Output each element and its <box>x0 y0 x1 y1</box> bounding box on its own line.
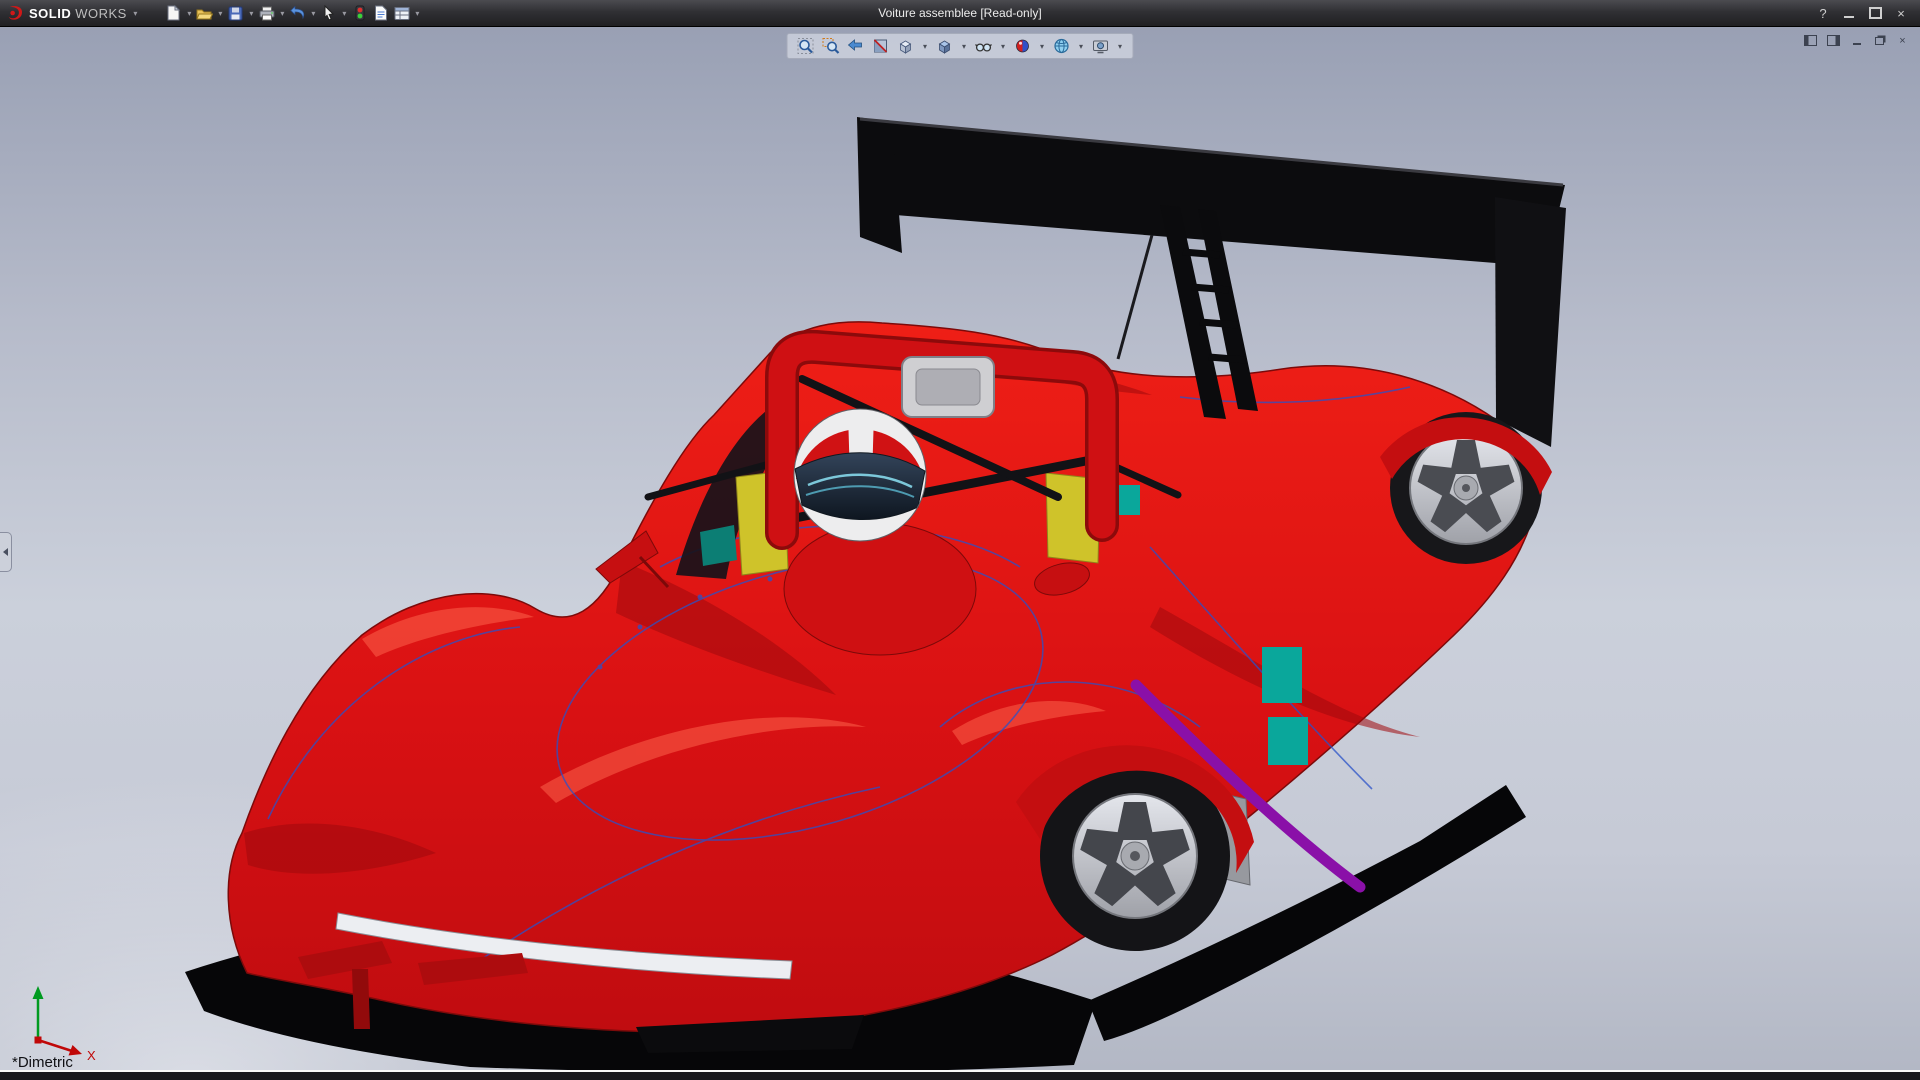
collapse-arrow-icon <box>3 548 8 556</box>
file-properties-button[interactable] <box>371 3 391 23</box>
window-controls: ? × <box>1810 0 1920 26</box>
display-style-chevron[interactable]: ▾ <box>960 42 969 51</box>
view-orientation-chevron[interactable]: ▾ <box>921 42 930 51</box>
view-orientation-label: *Dimetric <box>12 1054 73 1071</box>
minimize-button[interactable] <box>1836 3 1862 23</box>
edit-appearance-icon <box>1014 37 1032 55</box>
display-pane-toggle-button[interactable] <box>1824 32 1843 49</box>
maximize-icon <box>1869 7 1882 19</box>
orientation-triad: X <box>8 980 104 1064</box>
print-chevron[interactable]: ▾ <box>278 9 287 18</box>
brand-menu-chevron[interactable]: ▾ <box>131 9 140 18</box>
select-button[interactable] <box>319 3 339 23</box>
document-minimize-icon <box>1853 43 1861 45</box>
display-style-icon <box>936 37 954 55</box>
select-chevron[interactable]: ▾ <box>340 9 349 18</box>
document-close-button[interactable]: × <box>1893 32 1912 49</box>
section-view-icon <box>872 37 890 55</box>
section-view-button[interactable] <box>871 36 891 56</box>
save-button[interactable] <box>226 3 246 23</box>
heads-up-view-toolbar: ▾ ▾ ▾ ▾ <box>787 33 1134 59</box>
close-button[interactable]: × <box>1888 3 1914 23</box>
apply-scene-icon <box>1053 37 1071 55</box>
document-restore-icon <box>1875 37 1884 45</box>
feature-pane-icon <box>1804 35 1817 46</box>
hide-show-items-button[interactable] <box>974 36 994 56</box>
document-restore-button[interactable] <box>1870 32 1889 49</box>
hide-show-items-icon <box>975 37 993 55</box>
hide-show-items-chevron[interactable]: ▾ <box>999 42 1008 51</box>
display-pane-icon <box>1827 35 1840 46</box>
print-icon <box>259 6 275 21</box>
feature-pane-toggle-button[interactable] <box>1801 32 1820 49</box>
brand-text-solid: SOLID <box>29 6 71 21</box>
print-button[interactable] <box>257 3 277 23</box>
view-settings-button[interactable] <box>1091 36 1111 56</box>
view-settings-icon <box>1092 37 1110 55</box>
new-document-icon <box>166 5 181 21</box>
rebuild-icon <box>354 5 366 21</box>
quick-access-toolbar: ▾ ▾ ▾ ▾ ▾ <box>164 3 422 23</box>
zoom-to-area-button[interactable] <box>821 36 841 56</box>
previous-view-button[interactable] <box>846 36 866 56</box>
document-window-controls: × <box>1801 32 1912 49</box>
open-icon <box>196 6 213 21</box>
zoom-to-area-icon <box>822 37 840 55</box>
solidworks-menu[interactable]: SOLID WORKS ▾ <box>0 0 150 26</box>
apply-scene-button[interactable] <box>1052 36 1072 56</box>
titlebar: SOLID WORKS ▾ ▾ ▾ ▾ <box>0 0 1920 27</box>
zoom-to-fit-icon <box>797 37 815 55</box>
bottom-edge-strip <box>0 1070 1920 1080</box>
apply-scene-chevron[interactable]: ▾ <box>1077 42 1086 51</box>
view-settings-chevron[interactable]: ▾ <box>1116 42 1125 51</box>
view-orientation-icon <box>897 37 915 55</box>
graphics-viewport[interactable]: ▾ ▾ ▾ ▾ <box>0 27 1920 1080</box>
open-button[interactable] <box>195 3 215 23</box>
options-icon <box>394 6 410 21</box>
undo-chevron[interactable]: ▾ <box>309 9 318 18</box>
undo-button[interactable] <box>288 3 308 23</box>
car-3d-model[interactable] <box>0 27 1920 1080</box>
previous-view-icon <box>847 37 865 55</box>
new-document-chevron[interactable]: ▾ <box>185 9 194 18</box>
undo-icon <box>290 6 306 20</box>
view-orientation-button[interactable] <box>896 36 916 56</box>
document-title: Voiture assemblee [Read-only] <box>878 6 1041 20</box>
display-style-button[interactable] <box>935 36 955 56</box>
options-chevron[interactable]: ▾ <box>413 9 422 18</box>
options-button[interactable] <box>392 3 412 23</box>
document-minimize-button[interactable] <box>1847 32 1866 49</box>
edit-appearance-button[interactable] <box>1013 36 1033 56</box>
save-icon <box>228 6 243 21</box>
feature-tree-collapse-tab[interactable] <box>0 532 12 572</box>
help-button[interactable]: ? <box>1810 3 1836 23</box>
rebuild-button[interactable] <box>350 3 370 23</box>
solidworks-logo-icon <box>6 4 25 23</box>
minimize-icon <box>1844 16 1854 18</box>
brand-text-works: WORKS <box>75 6 127 21</box>
file-properties-icon <box>374 5 388 21</box>
open-chevron[interactable]: ▾ <box>216 9 225 18</box>
zoom-to-fit-button[interactable] <box>796 36 816 56</box>
triad-x-label: X <box>87 1048 96 1063</box>
save-chevron[interactable]: ▾ <box>247 9 256 18</box>
select-cursor-icon <box>322 5 336 21</box>
edit-appearance-chevron[interactable]: ▾ <box>1038 42 1047 51</box>
new-document-button[interactable] <box>164 3 184 23</box>
maximize-button[interactable] <box>1862 3 1888 23</box>
